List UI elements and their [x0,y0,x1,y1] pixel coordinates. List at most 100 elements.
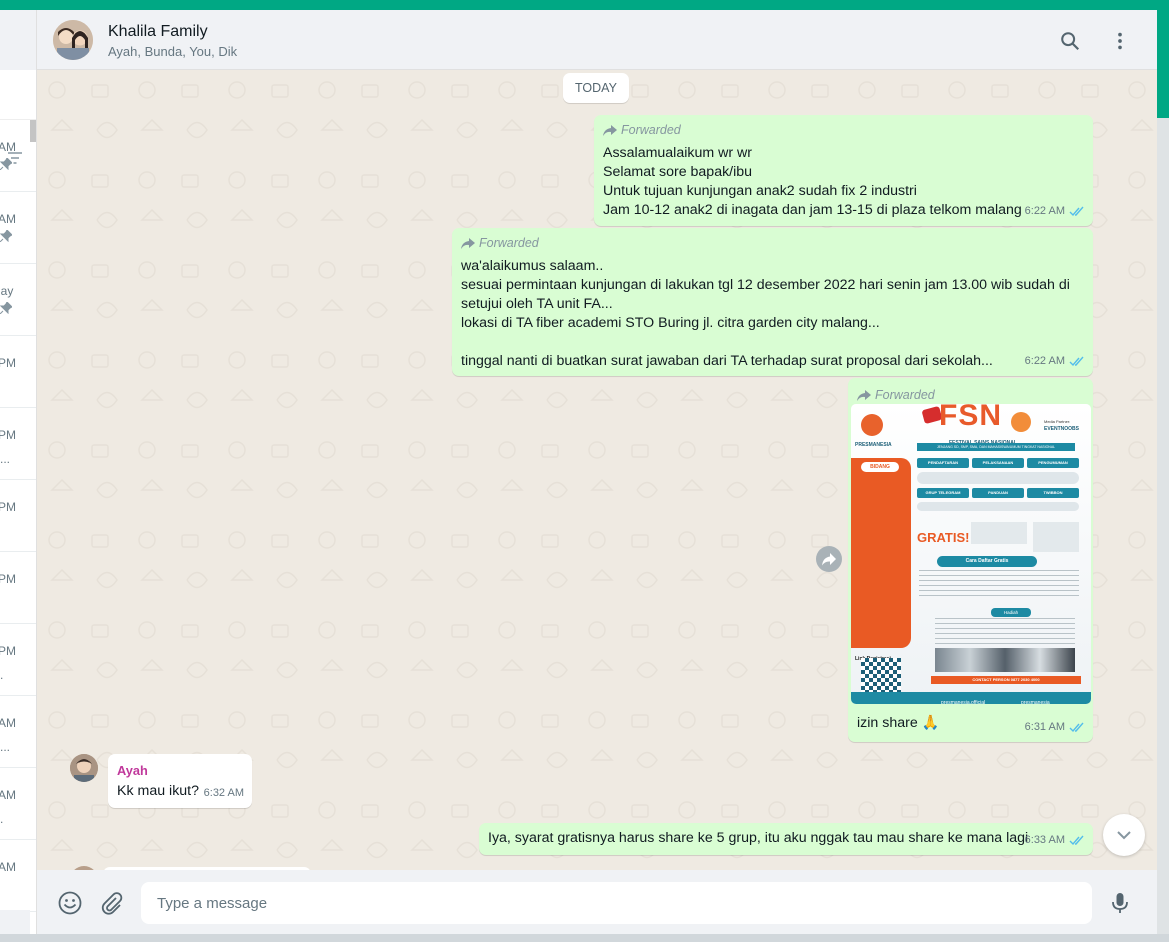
message-time: 6:22 AM [1024,205,1065,217]
poster-twibbon: TWIBBON [1027,488,1079,498]
poster-title: FSN [939,404,1002,432]
chat-members: Ayah, Bunda, You, Dik [108,44,238,59]
poster-grup: GRUP TELEGRAM [917,488,969,498]
message-bubble-outgoing[interactable]: Forwarded Assalamualaikum wr wr Selamat … [594,115,1093,226]
poster-prizes [935,618,1075,644]
chat-list-item-preview: ... [0,452,11,466]
microphone-icon[interactable] [1107,890,1133,916]
chat-list-item-preview: ... [0,740,11,754]
message-text-line: sesuai permintaan kunjungan di lakukan t… [461,277,1070,293]
sender-name[interactable]: Ayah [117,761,243,780]
read-receipt-icon [1069,722,1084,733]
message-text-line: lokasi di TA fiber academi STO Buring jl… [461,315,880,331]
message-meta: 6:22 AM [1025,352,1085,371]
poster-bidang: BIDANG [861,462,899,472]
message-time: 6:32 AM [203,787,244,799]
chat-list-item[interactable]: lay [0,264,36,336]
message-text-line: Selamat sore bapak/ibu [603,164,753,180]
poster-pendaftaran: PENDAFTARAN [917,458,969,468]
chat-list-item[interactable]: PM [0,480,36,552]
chat-title: Khalila Family [108,23,208,40]
poster-level: JENJANG SD, SMP, SMA, DAN MAHASISWA/UMUM… [917,443,1075,451]
chat-list-item[interactable]: PM [0,336,36,408]
message-input[interactable] [141,882,1092,924]
group-avatar[interactable] [53,20,93,60]
chat-list-item-preview: . [0,812,4,826]
message-meta: 6:33 AM [1025,831,1085,850]
right-accent-strip [1157,10,1169,118]
chat-list-item-time: lay [0,284,14,298]
message-list[interactable]: TODAY Forwarded Assalamualaikum wr wr Se… [37,70,1157,870]
message-meta: 6:22 AM [1025,202,1085,221]
more-options-icon[interactable] [1109,30,1131,52]
chat-list-sidebar: ••• AMAMlayPMPM...PMPMPM.AM...AM.AM [0,10,37,942]
forwarded-indicator: Forwarded [461,234,1085,253]
poster-partner-name: EVENTNOOBS [1044,426,1080,432]
poster-links [917,502,1079,511]
forwarded-label: Forwarded [479,236,539,250]
message-text-line: Untuk tujuan kunjungan anak2 sudah fix 2… [603,183,917,199]
search-icon[interactable] [1059,30,1081,52]
chevron-down-icon [1117,831,1131,840]
poster-social1: presmanesia.official [941,700,986,704]
forward-media-button[interactable] [816,546,842,572]
poster-pengumuman: PENGUMUMAN [1027,458,1079,468]
chat-list-item[interactable]: PM... [0,408,36,480]
poster-pelaksanaan: PELAKSANAAN [972,458,1024,468]
sidebar-header: ••• [0,10,36,70]
chat-list-item-time: PM [0,644,16,658]
presmanesia-logo [861,414,883,436]
window-bottom-edge [0,934,1169,942]
message-bubble-outgoing[interactable]: Forwarded wa'alaikumus salaam.. sesuai p… [452,228,1093,376]
message-time: 6:31 AM [1024,721,1065,733]
message-bubble-incoming[interactable]: Ayah Kk mau ikut? 6:32 AM [108,754,252,808]
poster-cara: Cara Daftar Gratis [937,556,1037,567]
forward-arrow-icon [461,237,475,249]
message-text-line: tinggal nanti di buatkan surat jawaban d… [461,353,993,369]
pin-icon [0,158,12,170]
message-bubble-image[interactable]: Forwarded PRESMANESIA FSN FESTIVAL SAINS… [848,378,1093,742]
chat-list-item[interactable]: AM. [0,768,36,840]
chat-list-item[interactable]: PM. [0,624,36,696]
message-time: 6:22 AM [1024,355,1065,367]
read-receipt-icon [1069,835,1084,846]
chat-list-item-time: PM [0,572,16,586]
message-bubble-outgoing[interactable]: Iya, syarat gratisnya harus share ke 5 g… [479,823,1093,855]
forward-arrow-icon [603,124,617,136]
chat-list-item[interactable]: AM [0,192,36,264]
poster-org: PRESMANESIA [855,442,892,448]
chat-list-item-preview: . [0,668,4,682]
attach-icon[interactable] [98,890,124,916]
poster-gratis: GRATIS! [917,530,970,545]
message-text-line: Jam 10-12 anak2 di inagata dan jam 13-15… [603,202,1022,218]
forward-icon [822,553,836,566]
message-text-line: wa'alaikumus salaam.. [461,258,604,274]
chat-list-item-time: AM [0,716,16,730]
event-poster-image[interactable]: PRESMANESIA FSN FESTIVAL SAINS NASIONAL … [851,404,1091,704]
app-top-bar [0,0,1169,10]
sender-avatar-ayah[interactable] [70,754,98,782]
chat-list-item-time: AM [0,788,16,802]
chat-list-item[interactable]: AM [0,840,36,912]
poster-panduan: PANDUAN [972,488,1024,498]
chat-list-item[interactable]: PM [0,552,36,624]
chat-list-item[interactable]: AM [0,120,36,192]
message-composer [37,870,1157,934]
chat-list-item-time: PM [0,500,16,514]
message-time: 6:33 AM [1024,834,1065,846]
poster-gratis-details [971,522,1027,544]
chat-list-item-time: AM [0,860,16,874]
chat-header[interactable]: Khalila Family Ayah, Bunda, You, Dik [37,10,1157,70]
message-text-line [461,333,1085,352]
forward-arrow-icon [857,389,871,401]
message-text-line: setujui oleh TA unit FA... [461,296,613,312]
poster-gadgets [935,648,1075,672]
chat-list-item-time: PM [0,356,16,370]
chat-list-item[interactable]: AM... [0,696,36,768]
message-text-line: Assalamualaikum wr wr [603,145,753,161]
read-receipt-icon [1069,206,1084,217]
scroll-to-bottom-button[interactable] [1103,814,1145,856]
sidebar-search-row [0,70,36,164]
poster-contact: CONTACT PERSON 0877 2030 4000 [931,676,1081,684]
emoji-icon[interactable] [57,890,83,916]
